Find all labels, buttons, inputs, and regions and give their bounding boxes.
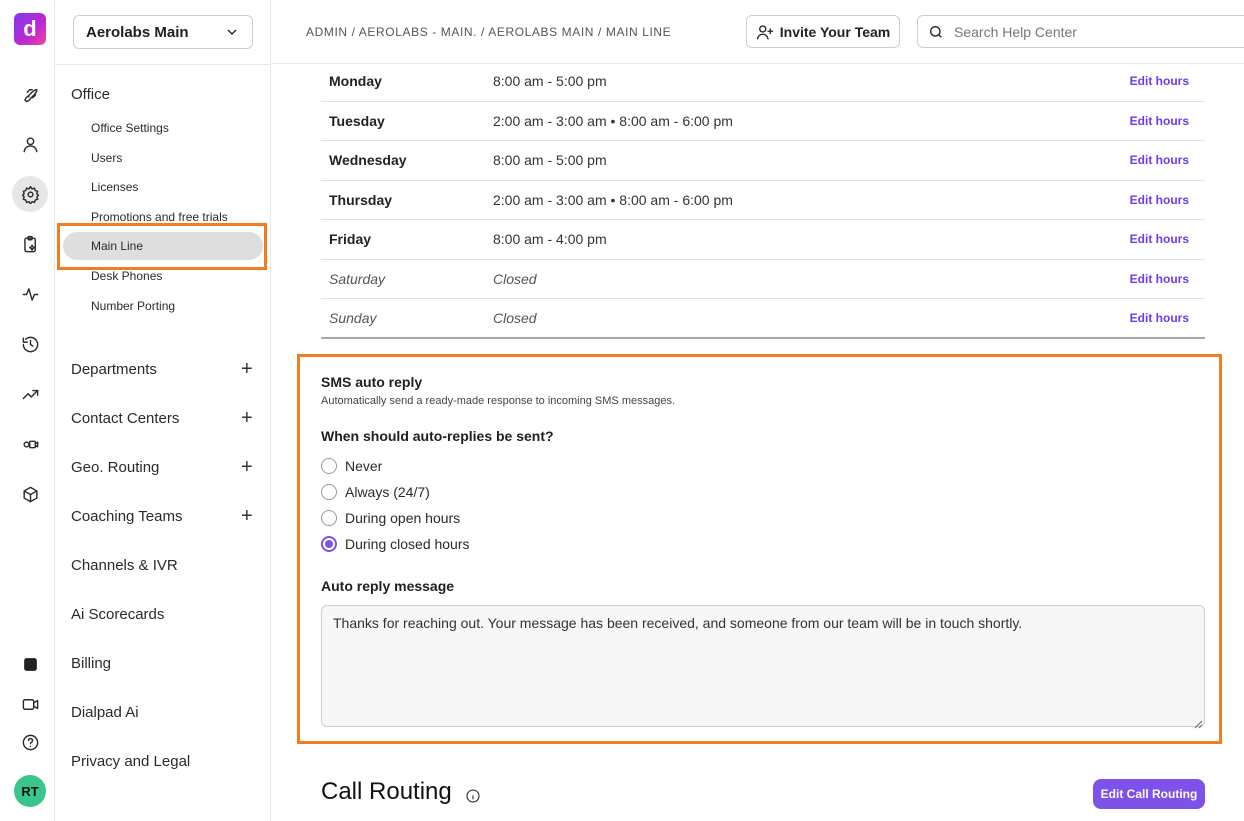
help-search[interactable]: [917, 15, 1244, 48]
nav-item-desk-phones[interactable]: Desk Phones: [91, 269, 162, 283]
table-row: Sunday Closed Edit hours: [321, 299, 1205, 339]
radio-label: Always (24/7): [345, 484, 430, 500]
nav-section-office[interactable]: Office: [71, 86, 110, 103]
nav-item-users[interactable]: Users: [91, 151, 122, 165]
add-contact-center-icon[interactable]: +: [241, 408, 253, 428]
help-icon[interactable]: [12, 724, 48, 760]
sms-auto-reply-description: Automatically send a ready-made response…: [321, 395, 676, 407]
day-label: Friday: [329, 231, 372, 247]
radio-button[interactable]: [321, 458, 337, 474]
edit-hours-link[interactable]: Edit hours: [1130, 272, 1189, 286]
hours-value: 8:00 am - 4:00 pm: [493, 231, 607, 247]
hours-value: Closed: [493, 270, 537, 287]
add-user-icon: [756, 24, 773, 39]
info-icon[interactable]: [465, 788, 481, 804]
hours-value: Closed: [493, 310, 537, 326]
avatar[interactable]: RT: [14, 775, 46, 807]
edit-hours-link[interactable]: Edit hours: [1130, 311, 1189, 325]
highlight-main-line: [57, 223, 267, 270]
nav-section-coaching-teams[interactable]: Coaching Teams: [71, 508, 182, 525]
search-icon: [930, 25, 942, 38]
day-label: Tuesday: [329, 112, 385, 129]
radio-button-selected[interactable]: [321, 536, 337, 552]
table-row: Saturday Closed Edit hours: [321, 260, 1205, 299]
edit-hours-link[interactable]: Edit hours: [1130, 153, 1189, 167]
nav-section-departments[interactable]: Departments: [71, 361, 157, 378]
video-settings-icon[interactable]: [12, 426, 48, 462]
gear-icon[interactable]: [12, 176, 48, 212]
day-label: Saturday: [329, 270, 386, 287]
nav-item-office-settings[interactable]: Office Settings: [91, 121, 169, 135]
clipboard-sparkle-icon[interactable]: [12, 226, 48, 262]
dialpad-logo[interactable]: d: [14, 13, 46, 45]
rocket-icon[interactable]: [12, 76, 48, 112]
nav-item-number-porting[interactable]: Number Porting: [91, 299, 175, 313]
radio-button[interactable]: [321, 510, 337, 526]
table-row: Friday 8:00 am - 4:00 pm Edit hours: [321, 220, 1205, 260]
radio-open-hours[interactable]: During open hours: [321, 510, 460, 526]
day-label: Sunday: [329, 310, 377, 326]
sms-auto-reply-title: SMS auto reply: [321, 374, 423, 390]
org-selector[interactable]: Aerolabs Main: [73, 15, 253, 49]
chevron-down-icon: [227, 29, 237, 35]
edit-call-routing-button[interactable]: Edit Call Routing: [1093, 779, 1205, 809]
person-icon[interactable]: [12, 126, 48, 162]
org-selector-label: Aerolabs Main: [86, 23, 189, 41]
table-row: Monday 8:00 am - 5:00 pm Edit hours: [321, 62, 1205, 102]
radio-closed-hours[interactable]: During closed hours: [321, 536, 470, 552]
hours-value: 2:00 am - 3:00 am • 8:00 am - 6:00 pm: [493, 191, 733, 208]
breadcrumb: ADMIN / AEROLABS - MAIN. / AEROLABS MAIN…: [306, 25, 672, 39]
table-row: Tuesday 2:00 am - 3:00 am • 8:00 am - 6:…: [321, 102, 1205, 141]
nav-section-billing[interactable]: Billing: [71, 655, 111, 672]
nav-section-geo-routing[interactable]: Geo. Routing: [71, 459, 159, 476]
nav-section-privacy-legal[interactable]: Privacy and Legal: [71, 753, 190, 770]
radio-label: During closed hours: [345, 536, 470, 552]
nav-item-licenses[interactable]: Licenses: [91, 180, 138, 194]
radio-always[interactable]: Always (24/7): [321, 484, 430, 500]
trend-icon[interactable]: [12, 376, 48, 412]
hours-value: 2:00 am - 3:00 am • 8:00 am - 6:00 pm: [493, 112, 733, 129]
hours-value: 8:00 am - 5:00 pm: [493, 152, 607, 168]
nav-section-contact-centers[interactable]: Contact Centers: [71, 410, 179, 427]
search-input[interactable]: [954, 23, 1234, 40]
table-row: Thursday 2:00 am - 3:00 am • 8:00 am - 6…: [321, 181, 1205, 220]
nav-section-channels-ivr[interactable]: Channels & IVR: [71, 557, 178, 574]
activity-icon[interactable]: [12, 276, 48, 312]
call-routing-title: Call Routing: [321, 778, 452, 805]
add-coaching-team-icon[interactable]: +: [241, 506, 253, 526]
nav-divider: [55, 64, 271, 65]
radio-label: During open hours: [345, 510, 461, 526]
auto-reply-question: When should auto-replies be sent?: [321, 428, 554, 444]
dialpad-ai-icon[interactable]: [12, 646, 48, 682]
hours-value: 8:00 am - 5:00 pm: [493, 73, 607, 89]
video-icon[interactable]: [12, 686, 48, 722]
top-header: ADMIN / AEROLABS - MAIN. / AEROLABS MAIN…: [271, 0, 1244, 64]
day-label: Monday: [329, 73, 382, 89]
hours-table: Monday 8:00 am - 5:00 pm Edit hours Tues…: [321, 62, 1205, 339]
auto-reply-message-label: Auto reply message: [321, 578, 455, 594]
nav-section-dialpad-ai[interactable]: Dialpad Ai: [71, 704, 139, 721]
add-department-icon[interactable]: +: [241, 359, 253, 379]
day-label: Wednesday: [329, 152, 407, 168]
edit-hours-link[interactable]: Edit hours: [1130, 114, 1189, 128]
settings-nav: Aerolabs Main Office Office Settings Use…: [55, 0, 271, 821]
icon-rail: d RT: [0, 0, 55, 821]
resize-handle-icon[interactable]: [1194, 716, 1203, 729]
day-label: Thursday: [329, 191, 393, 208]
edit-hours-link[interactable]: Edit hours: [1130, 232, 1189, 246]
radio-never[interactable]: Never: [321, 458, 382, 474]
history-icon[interactable]: [12, 326, 48, 362]
radio-label: Never: [345, 458, 383, 474]
table-row: Wednesday 8:00 am - 5:00 pm Edit hours: [321, 141, 1205, 181]
nav-item-promotions[interactable]: Promotions and free trials: [91, 210, 228, 224]
edit-hours-link[interactable]: Edit hours: [1130, 74, 1189, 88]
invite-team-label: Invite Your Team: [779, 23, 891, 40]
cube-icon[interactable]: [12, 476, 48, 512]
add-geo-routing-icon[interactable]: +: [241, 457, 253, 477]
radio-button[interactable]: [321, 484, 337, 500]
auto-reply-message-input[interactable]: Thanks for reaching out. Your message ha…: [321, 605, 1205, 727]
edit-hours-link[interactable]: Edit hours: [1130, 193, 1189, 207]
invite-team-button[interactable]: Invite Your Team: [746, 15, 900, 48]
nav-section-ai-scorecards[interactable]: Ai Scorecards: [71, 606, 164, 623]
